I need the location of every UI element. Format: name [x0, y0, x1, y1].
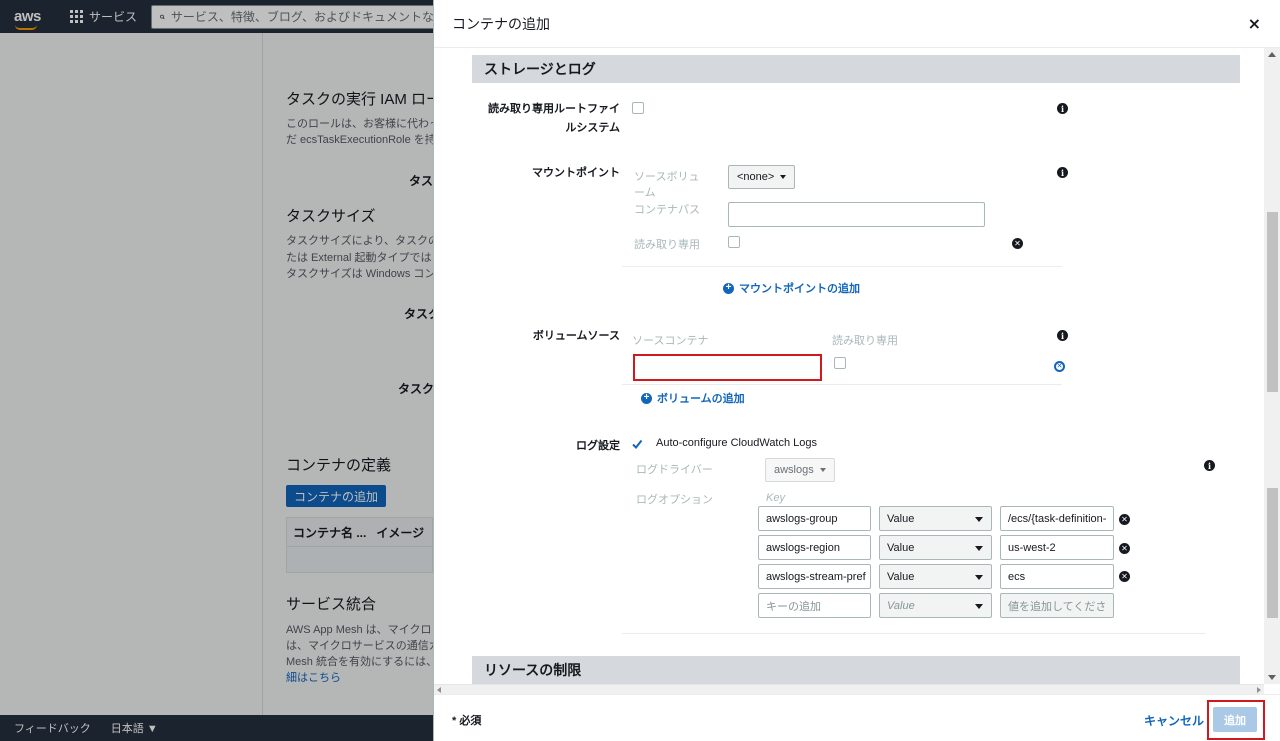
- readonly-root-filesystem-label: 読み取り専用ルートファイ ルシステム: [488, 103, 620, 134]
- source-container-input-highlight[interactable]: [633, 354, 822, 381]
- new-log-option-type-select[interactable]: Value: [879, 593, 992, 618]
- volumes-from-label: ボリュームソース: [532, 330, 620, 342]
- log-driver-dropdown[interactable]: awslogs: [765, 458, 835, 482]
- info-icon[interactable]: i: [1057, 330, 1068, 341]
- divider: [622, 384, 1062, 385]
- add-mount-point-link[interactable]: + マウントポイントの追加: [723, 280, 860, 296]
- divider: [622, 266, 1062, 267]
- scroll-left-arrow-icon[interactable]: [437, 687, 441, 693]
- log-options-label: ログオプション: [636, 494, 713, 506]
- remove-log-option-icon[interactable]: ✕: [1119, 514, 1130, 525]
- scrollbar-thumb[interactable]: [1267, 488, 1278, 618]
- caret-down-icon: [819, 468, 826, 472]
- plus-circle-icon: +: [641, 392, 652, 404]
- info-icon[interactable]: i: [1057, 167, 1068, 178]
- caret-down-icon: [780, 175, 787, 179]
- required-note: * 必須: [452, 715, 482, 727]
- resource-limits-section-header[interactable]: リソースの制限: [472, 656, 1240, 684]
- modal-backdrop[interactable]: [0, 0, 433, 741]
- remove-mount-point-icon[interactable]: ✕: [1012, 238, 1023, 249]
- vertical-scrollbar[interactable]: [1264, 48, 1280, 684]
- caret-down-icon: [975, 604, 983, 609]
- source-container-label: ソースコンテナ: [632, 335, 709, 347]
- volumes-readonly-label: 読み取り専用: [832, 335, 898, 347]
- log-driver-label: ログドライバー: [636, 464, 713, 476]
- auto-configure-label: Auto-configure CloudWatch Logs: [656, 437, 818, 449]
- log-option-key-input[interactable]: awslogs-stream-pref: [758, 564, 871, 589]
- log-option-value-input[interactable]: ecs: [1000, 564, 1114, 589]
- modal-footer: * 必須 キャンセル 追加: [434, 694, 1280, 741]
- add-container-modal: コンテナの追加 × ストレージとログ 読み取り専用ルートファイ ルシステム i …: [433, 0, 1280, 741]
- key-column-header: Key: [766, 492, 785, 504]
- volumes-readonly-checkbox[interactable]: [834, 357, 846, 369]
- info-icon[interactable]: i: [1057, 103, 1068, 114]
- caret-down-icon: [975, 575, 983, 580]
- add-button[interactable]: 追加: [1213, 707, 1257, 732]
- log-configuration-label: ログ設定: [576, 440, 620, 452]
- remove-volume-icon[interactable]: ✕: [1054, 361, 1065, 372]
- source-volume-value: <none>: [737, 171, 775, 183]
- scroll-down-arrow-icon[interactable]: [1268, 675, 1276, 680]
- source-volume-label: ソースボリュ ーム: [634, 171, 700, 199]
- remove-log-option-icon[interactable]: ✕: [1119, 543, 1130, 554]
- log-driver-value: awslogs: [774, 464, 814, 476]
- plus-circle-icon: +: [723, 282, 734, 294]
- new-log-option-key-input[interactable]: キーの追加: [758, 593, 871, 618]
- log-option-type-select[interactable]: Value: [879, 506, 992, 531]
- new-log-option-value-input[interactable]: 値を追加してくださ: [1000, 593, 1114, 618]
- caret-down-icon: [975, 546, 983, 551]
- readonly-root-filesystem-checkbox[interactable]: [632, 102, 644, 114]
- storage-and-logs-section-header[interactable]: ストレージとログ: [472, 55, 1240, 83]
- remove-log-option-icon[interactable]: ✕: [1119, 571, 1130, 582]
- container-path-input[interactable]: [728, 202, 985, 227]
- scroll-right-arrow-icon[interactable]: [1257, 687, 1261, 693]
- mount-readonly-checkbox[interactable]: [728, 236, 740, 248]
- log-option-key-input[interactable]: awslogs-group: [758, 506, 871, 531]
- info-icon[interactable]: i: [1204, 460, 1215, 471]
- modal-title: コンテナの追加: [452, 15, 550, 32]
- log-option-type-select[interactable]: Value: [879, 535, 992, 560]
- caret-down-icon: [975, 517, 983, 522]
- divider: [622, 633, 1206, 634]
- log-option-value-input[interactable]: us-west-2: [1000, 535, 1114, 560]
- log-option-type-select[interactable]: Value: [879, 564, 992, 589]
- container-path-label: コンテナパス: [634, 204, 700, 216]
- mount-readonly-label: 読み取り専用: [634, 239, 700, 251]
- source-volume-dropdown[interactable]: <none>: [728, 165, 796, 189]
- add-volume-link[interactable]: + ボリュームの追加: [641, 390, 745, 406]
- mount-points-label: マウントポイント: [532, 167, 620, 179]
- modal-header: コンテナの追加 ×: [434, 0, 1280, 48]
- scroll-up-arrow-icon[interactable]: [1268, 52, 1276, 57]
- close-icon[interactable]: ×: [1248, 14, 1261, 34]
- log-option-key-input[interactable]: awslogs-region: [758, 535, 871, 560]
- scrollbar-thumb[interactable]: [1267, 212, 1278, 392]
- auto-configure-checkbox[interactable]: [631, 438, 643, 450]
- horizontal-scrollbar[interactable]: [434, 684, 1264, 694]
- log-option-value-input[interactable]: /ecs/{task-definition-: [1000, 506, 1114, 531]
- cancel-button[interactable]: キャンセル: [1144, 712, 1204, 729]
